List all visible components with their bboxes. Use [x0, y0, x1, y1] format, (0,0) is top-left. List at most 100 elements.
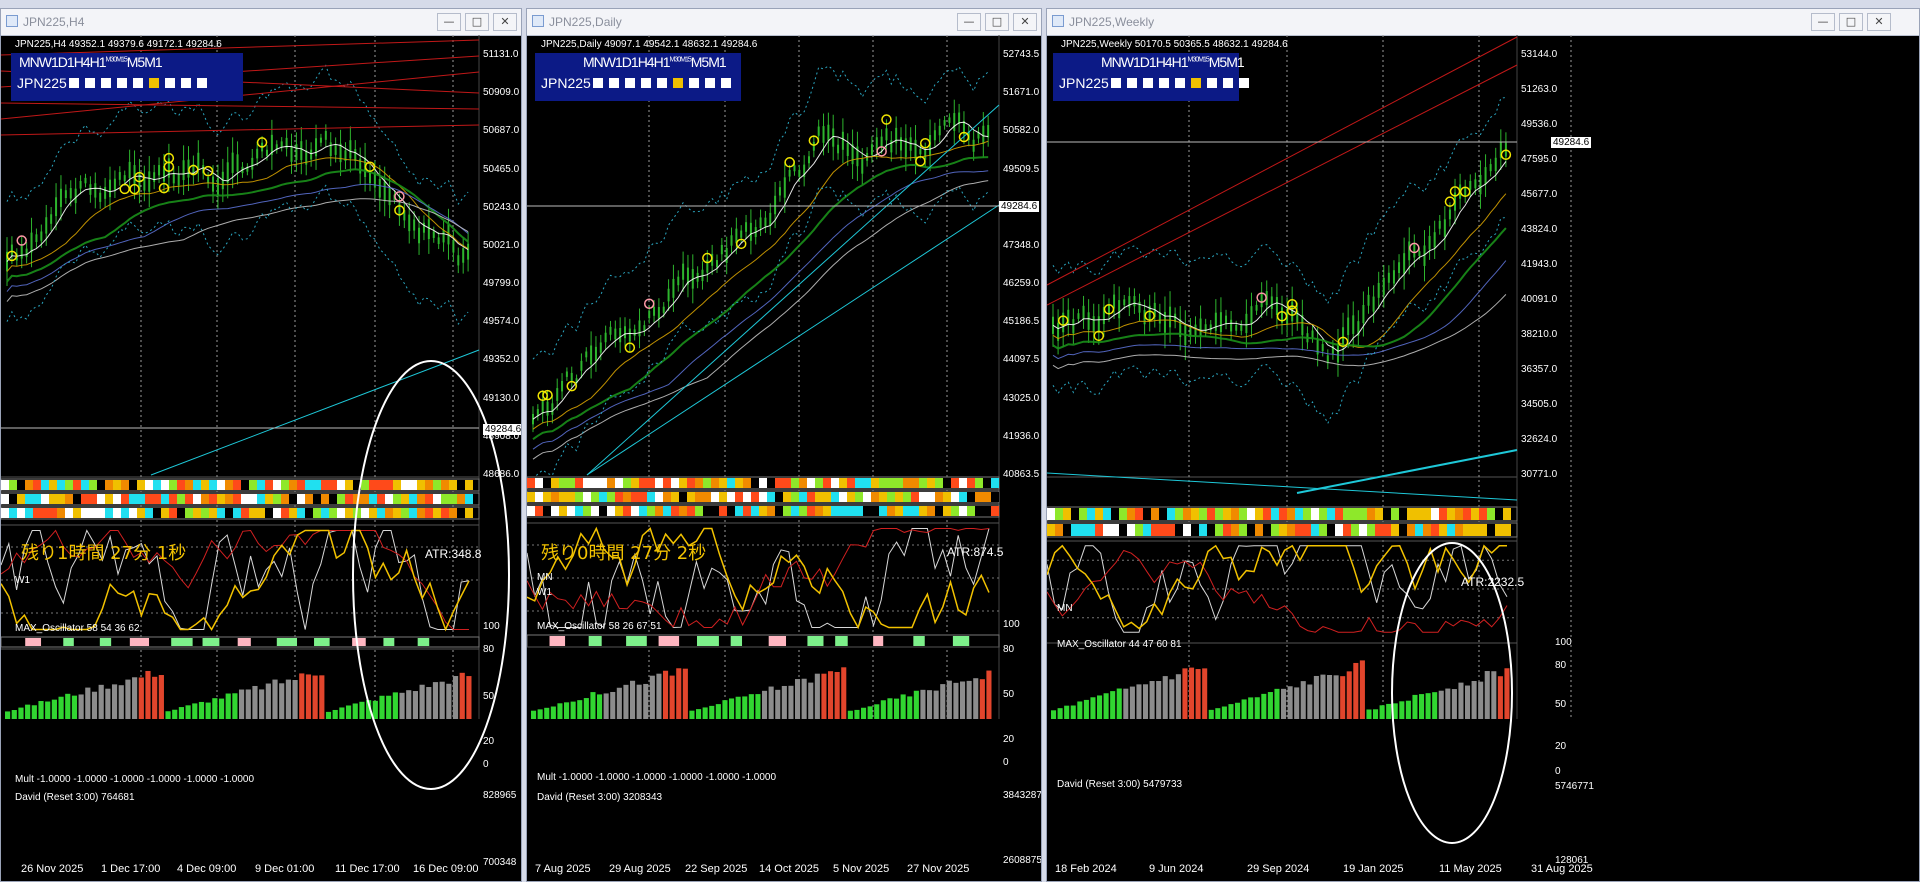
- date-axis-label: 29 Aug 2025: [609, 863, 671, 875]
- title-bar[interactable]: JPN225,Daily — □ ✕: [527, 9, 1041, 36]
- minimize-button[interactable]: —: [957, 13, 981, 31]
- strip-cell: [65, 480, 73, 490]
- candle-body: [50, 214, 53, 224]
- strip-cell: [1167, 524, 1175, 536]
- volume-bar: [1221, 706, 1227, 719]
- strip-cell: [385, 508, 393, 518]
- strip-cell: [121, 508, 129, 518]
- strip-cell: [1095, 524, 1103, 536]
- strip-cell: [1071, 508, 1079, 520]
- strip-cell: [345, 494, 353, 504]
- window-title: JPN225,Weekly: [1069, 15, 1155, 29]
- strip-label-w1: W1: [537, 587, 552, 598]
- strip-cell: [1335, 524, 1343, 536]
- candle-body: [536, 409, 539, 416]
- strip-cell: [233, 480, 241, 490]
- candle-body: [10, 244, 13, 256]
- strip-cell: [855, 492, 863, 502]
- strip-cell: [695, 478, 703, 488]
- close-button[interactable]: ✕: [1013, 13, 1037, 31]
- strip-cell: [551, 506, 559, 516]
- candle-body: [987, 125, 990, 138]
- strip-cell: [1135, 524, 1143, 536]
- strip-cell: [631, 506, 639, 516]
- volume-bar: [386, 695, 392, 719]
- volume-bar: [874, 704, 880, 719]
- candle-body: [1448, 209, 1451, 220]
- price-axis-label: 30771.0: [1521, 469, 1558, 480]
- strip-cell: [289, 508, 297, 518]
- chart-canvas[interactable]: [1, 35, 522, 882]
- strip-cell: [249, 494, 257, 504]
- volume-bar: [550, 706, 556, 719]
- candle-body: [280, 141, 283, 148]
- volume-bar: [1386, 703, 1392, 719]
- chart-canvas[interactable]: [527, 35, 1042, 882]
- strip-cell: [169, 494, 177, 504]
- maximize-button[interactable]: □: [1839, 13, 1863, 31]
- strip-cell: [591, 478, 599, 488]
- date-axis-label: 18 Feb 2024: [1055, 863, 1117, 875]
- strip-cell: [719, 478, 727, 488]
- strip-cell: [1359, 524, 1367, 536]
- strip-cell: [1175, 524, 1183, 536]
- osc-level-20: 20: [1003, 734, 1015, 745]
- strip-cell: [337, 480, 345, 490]
- candle-body: [1097, 316, 1100, 333]
- candle-body: [89, 184, 92, 195]
- chart-window-daily[interactable]: JPN225,Daily — □ ✕ JPN225,Daily 49097.1 …: [526, 8, 1042, 882]
- candle-body: [1270, 296, 1273, 309]
- candle-body: [1362, 304, 1365, 324]
- strip-cell: [201, 480, 209, 490]
- maximize-button[interactable]: □: [985, 13, 1009, 31]
- strip-cell: [33, 508, 41, 518]
- mult-cell: [807, 636, 824, 646]
- chart-window-icon: [532, 15, 544, 27]
- strip-cell: [1255, 508, 1263, 520]
- candle-body: [1240, 324, 1243, 331]
- mult-cell: [913, 636, 925, 646]
- volume-bar: [1366, 709, 1372, 719]
- atr-value: ATR:874.5: [947, 545, 1004, 559]
- volume-bar: [1300, 681, 1306, 719]
- candle-body: [1489, 164, 1492, 172]
- minimize-button[interactable]: —: [437, 13, 461, 31]
- chart-window-h4[interactable]: JPN225,H4 — □ ✕ JPN225,H4 49352.1 49379.…: [0, 8, 522, 882]
- maximize-button[interactable]: □: [465, 13, 489, 31]
- volume-bar: [158, 675, 164, 719]
- volume-bar: [715, 704, 721, 719]
- volume-bar: [1458, 682, 1464, 719]
- candle-body: [158, 165, 161, 176]
- volume-bar: [379, 695, 385, 719]
- minimize-button[interactable]: —: [1811, 13, 1835, 31]
- volume-bar: [1254, 697, 1260, 719]
- volume-bar: [1129, 686, 1135, 719]
- volume-bar: [564, 702, 570, 719]
- title-bar[interactable]: JPN225,Weekly — □ ✕: [1047, 9, 1919, 36]
- close-button[interactable]: ✕: [493, 13, 517, 31]
- date-axis-label: 22 Sep 2025: [685, 863, 748, 875]
- candle-body: [1352, 315, 1355, 334]
- chart-window-weekly[interactable]: JPN225,Weekly — □ ✕ JPN225,Weekly 50170.…: [1046, 8, 1920, 882]
- volume-bar: [1149, 681, 1155, 719]
- strip-cell: [951, 506, 959, 516]
- strip-cell: [273, 508, 281, 518]
- title-bar[interactable]: JPN225,H4 — □ ✕: [1, 9, 521, 36]
- strip-cell: [1471, 508, 1479, 520]
- volume-bar: [735, 696, 741, 719]
- volume-bar: [372, 700, 378, 719]
- candle-body: [236, 154, 239, 172]
- chart-canvas[interactable]: [1047, 35, 1920, 882]
- volume-bar: [1136, 684, 1142, 719]
- strip-cell: [1367, 508, 1375, 520]
- volume-bar: [940, 684, 946, 719]
- strip-cell: [177, 494, 185, 504]
- candle-body: [462, 248, 465, 263]
- volume-bar: [1051, 710, 1057, 719]
- strip-cell: [153, 480, 161, 490]
- close-button[interactable]: ✕: [1867, 13, 1891, 31]
- strip-cell: [911, 506, 919, 516]
- timeframe-state-square: [705, 78, 715, 88]
- strip-cell: [1255, 524, 1263, 536]
- strip-cell: [791, 492, 799, 502]
